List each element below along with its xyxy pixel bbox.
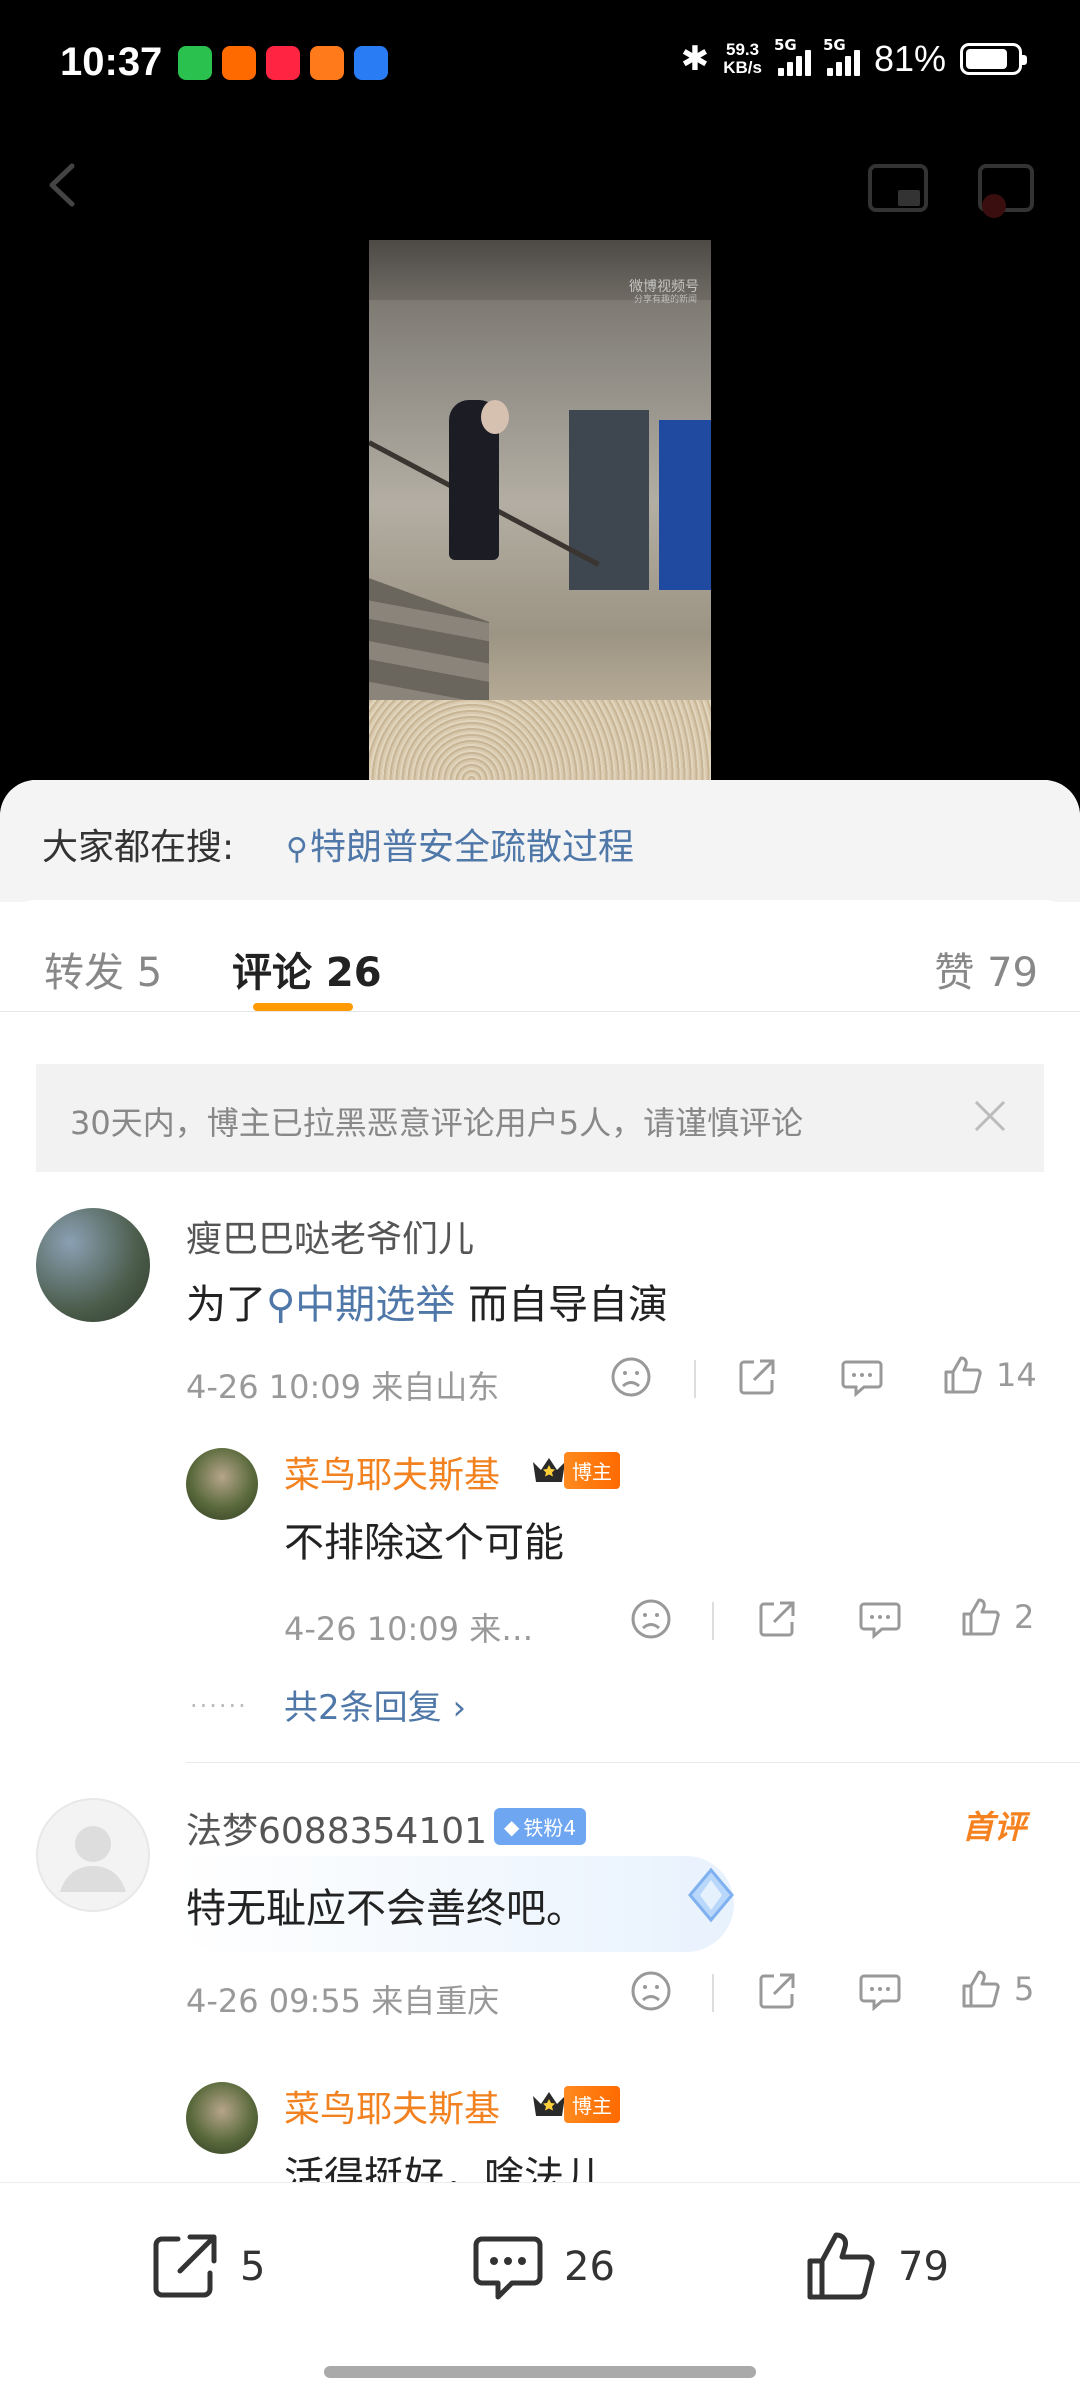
tab-comment[interactable]: 评论 26 <box>232 940 382 998</box>
avatar[interactable] <box>36 1208 150 1322</box>
diamond-decoration-icon <box>688 1867 734 1923</box>
more-replies-link[interactable]: 共2条回复 › <box>284 1680 466 1729</box>
like-action[interactable]: 2 <box>960 1596 1034 1638</box>
like-action[interactable]: 14 <box>942 1354 1037 1396</box>
back-arrow-icon[interactable] <box>40 160 90 210</box>
repost-button[interactable]: 5 <box>146 2229 265 2305</box>
browser-icon <box>354 46 388 80</box>
blogger-badge: 博主 <box>530 2085 620 2123</box>
status-time: 10:37 <box>60 40 163 84</box>
home-indicator[interactable] <box>324 2366 756 2378</box>
xiaohongshu-icon <box>266 46 300 80</box>
thumb-up-icon <box>944 1356 982 1394</box>
battery-icon <box>960 43 1027 75</box>
share-icon <box>153 2234 217 2298</box>
dislike-face-icon[interactable] <box>630 1598 672 1640</box>
like-count: 79 <box>898 2244 949 2290</box>
diamond-icon: ◆ <box>504 1814 520 1839</box>
crown-icon <box>533 2092 565 2116</box>
tab-repost[interactable]: 转发 5 <box>44 940 162 998</box>
tab-like[interactable]: 赞 79 <box>934 940 1038 998</box>
like-action[interactable]: 5 <box>960 1968 1034 2010</box>
taobao-icon <box>222 46 256 80</box>
like-count: 5 <box>1014 1970 1035 2008</box>
search-hint-query[interactable]: ⚲特朗普安全疏散过程 <box>286 818 634 870</box>
search-icon: ⚲ <box>286 832 308 867</box>
reply-text: 不排除这个可能 <box>284 1520 564 1566</box>
like-count: 2 <box>1014 1598 1035 1636</box>
notice-text: 30天内，博主已拉黑恶意评论用户5人，请谨慎评论 <box>70 1104 804 1142</box>
share-icon[interactable] <box>756 1598 798 1640</box>
avatar[interactable] <box>186 1448 258 1520</box>
action-separator <box>694 1360 696 1398</box>
comment-username[interactable]: 法梦6088354101 <box>186 1802 487 1854</box>
comment-bubble-icon[interactable] <box>840 1356 884 1398</box>
comment-sheet: 大家都在搜: ⚲特朗普安全疏散过程 转发 5 评论 26 赞 79 30天内，博… <box>0 780 1080 2400</box>
first-comment-tag: 首评 <box>962 1808 1027 1846</box>
search-icon: ⚲ <box>266 1282 296 1328</box>
dislike-face-icon[interactable] <box>610 1356 652 1398</box>
thumb-up-icon <box>807 2232 875 2300</box>
avatar[interactable] <box>186 2082 258 2154</box>
pip-icon[interactable] <box>866 160 930 224</box>
reply-meta: 4-26 10:09 来… <box>284 1610 534 1648</box>
avatar[interactable] <box>36 1798 150 1912</box>
comment-bubble-icon[interactable] <box>858 1598 902 1640</box>
action-separator <box>712 1602 714 1640</box>
comment-meta: 4-26 09:55 来自重庆 <box>186 1982 500 2020</box>
video-watermark-sub: 分享有趣的新闻 <box>633 295 697 305</box>
status-right: ✱ 59.3 KB/s 5G 5G 81% <box>680 36 1027 80</box>
like-count: 14 <box>996 1356 1037 1394</box>
comment-count: 26 <box>564 2244 615 2290</box>
like-button[interactable]: 79 <box>804 2229 949 2305</box>
topic-link[interactable]: ⚲中期选举 <box>266 1282 455 1328</box>
dislike-face-icon[interactable] <box>630 1970 672 2012</box>
video-area[interactable]: 微博视频号 分享有趣的新闻 <box>0 120 1080 896</box>
notification-apps <box>178 46 388 80</box>
action-separator <box>712 1974 714 2012</box>
crown-icon <box>533 1458 565 1482</box>
thumb-up-icon <box>962 1970 1000 2008</box>
search-hint-bar: 大家都在搜: ⚲特朗普安全疏散过程 <box>0 780 1080 902</box>
status-bar: 10:37 ✱ 59.3 KB/s 5G 5G 81% <box>0 0 1080 130</box>
share-icon[interactable] <box>756 1970 798 2012</box>
share-icon[interactable] <box>736 1356 778 1398</box>
notice-banner: 30天内，博主已拉黑恶意评论用户5人，请谨慎评论 <box>36 1064 1044 1172</box>
tab-bar: 转发 5 评论 26 赞 79 <box>0 900 1080 1012</box>
wechat-icon <box>178 46 212 80</box>
reply-username[interactable]: 菜鸟耶夫斯基 <box>284 1446 500 1498</box>
comment-text: 特无耻应不会善终吧。 <box>186 1886 586 1932</box>
reply-username[interactable]: 菜鸟耶夫斯基 <box>284 2080 500 2132</box>
net-speed: 59.3 KB/s <box>723 40 762 77</box>
active-tab-indicator <box>253 1003 353 1011</box>
comment-meta: 4-26 10:09 来自山东 <box>186 1368 500 1406</box>
battery-percent: 81% <box>873 38 946 79</box>
thumb-up-icon <box>962 1598 1000 1636</box>
fan-badge: ◆ 铁粉4 <box>494 1808 587 1845</box>
signal-icon-2: 5G <box>823 36 860 76</box>
signal-icon-1: 5G <box>774 36 811 76</box>
blogger-badge: 博主 <box>530 1451 620 1489</box>
tv-app-icon <box>310 46 344 80</box>
comment-divider <box>186 1762 1080 1763</box>
screen-cast-icon[interactable] <box>974 160 1038 224</box>
repost-count: 5 <box>240 2244 266 2290</box>
comment-text: 为了⚲中期选举 而自导自演 <box>186 1282 669 1328</box>
default-avatar-icon <box>60 1826 126 1892</box>
bluetooth-icon: ✱ <box>680 39 710 79</box>
close-icon[interactable] <box>970 1096 1010 1136</box>
search-hint-label: 大家都在搜: <box>42 827 235 868</box>
comment-bubble-icon <box>473 2236 543 2300</box>
comment-username[interactable]: 瘦巴巴哒老爷们儿 <box>186 1210 474 1262</box>
comment-bubble-icon[interactable] <box>858 1970 902 2012</box>
reply-dots: ······ <box>190 1692 248 1720</box>
comment-button[interactable]: 26 <box>470 2229 615 2305</box>
